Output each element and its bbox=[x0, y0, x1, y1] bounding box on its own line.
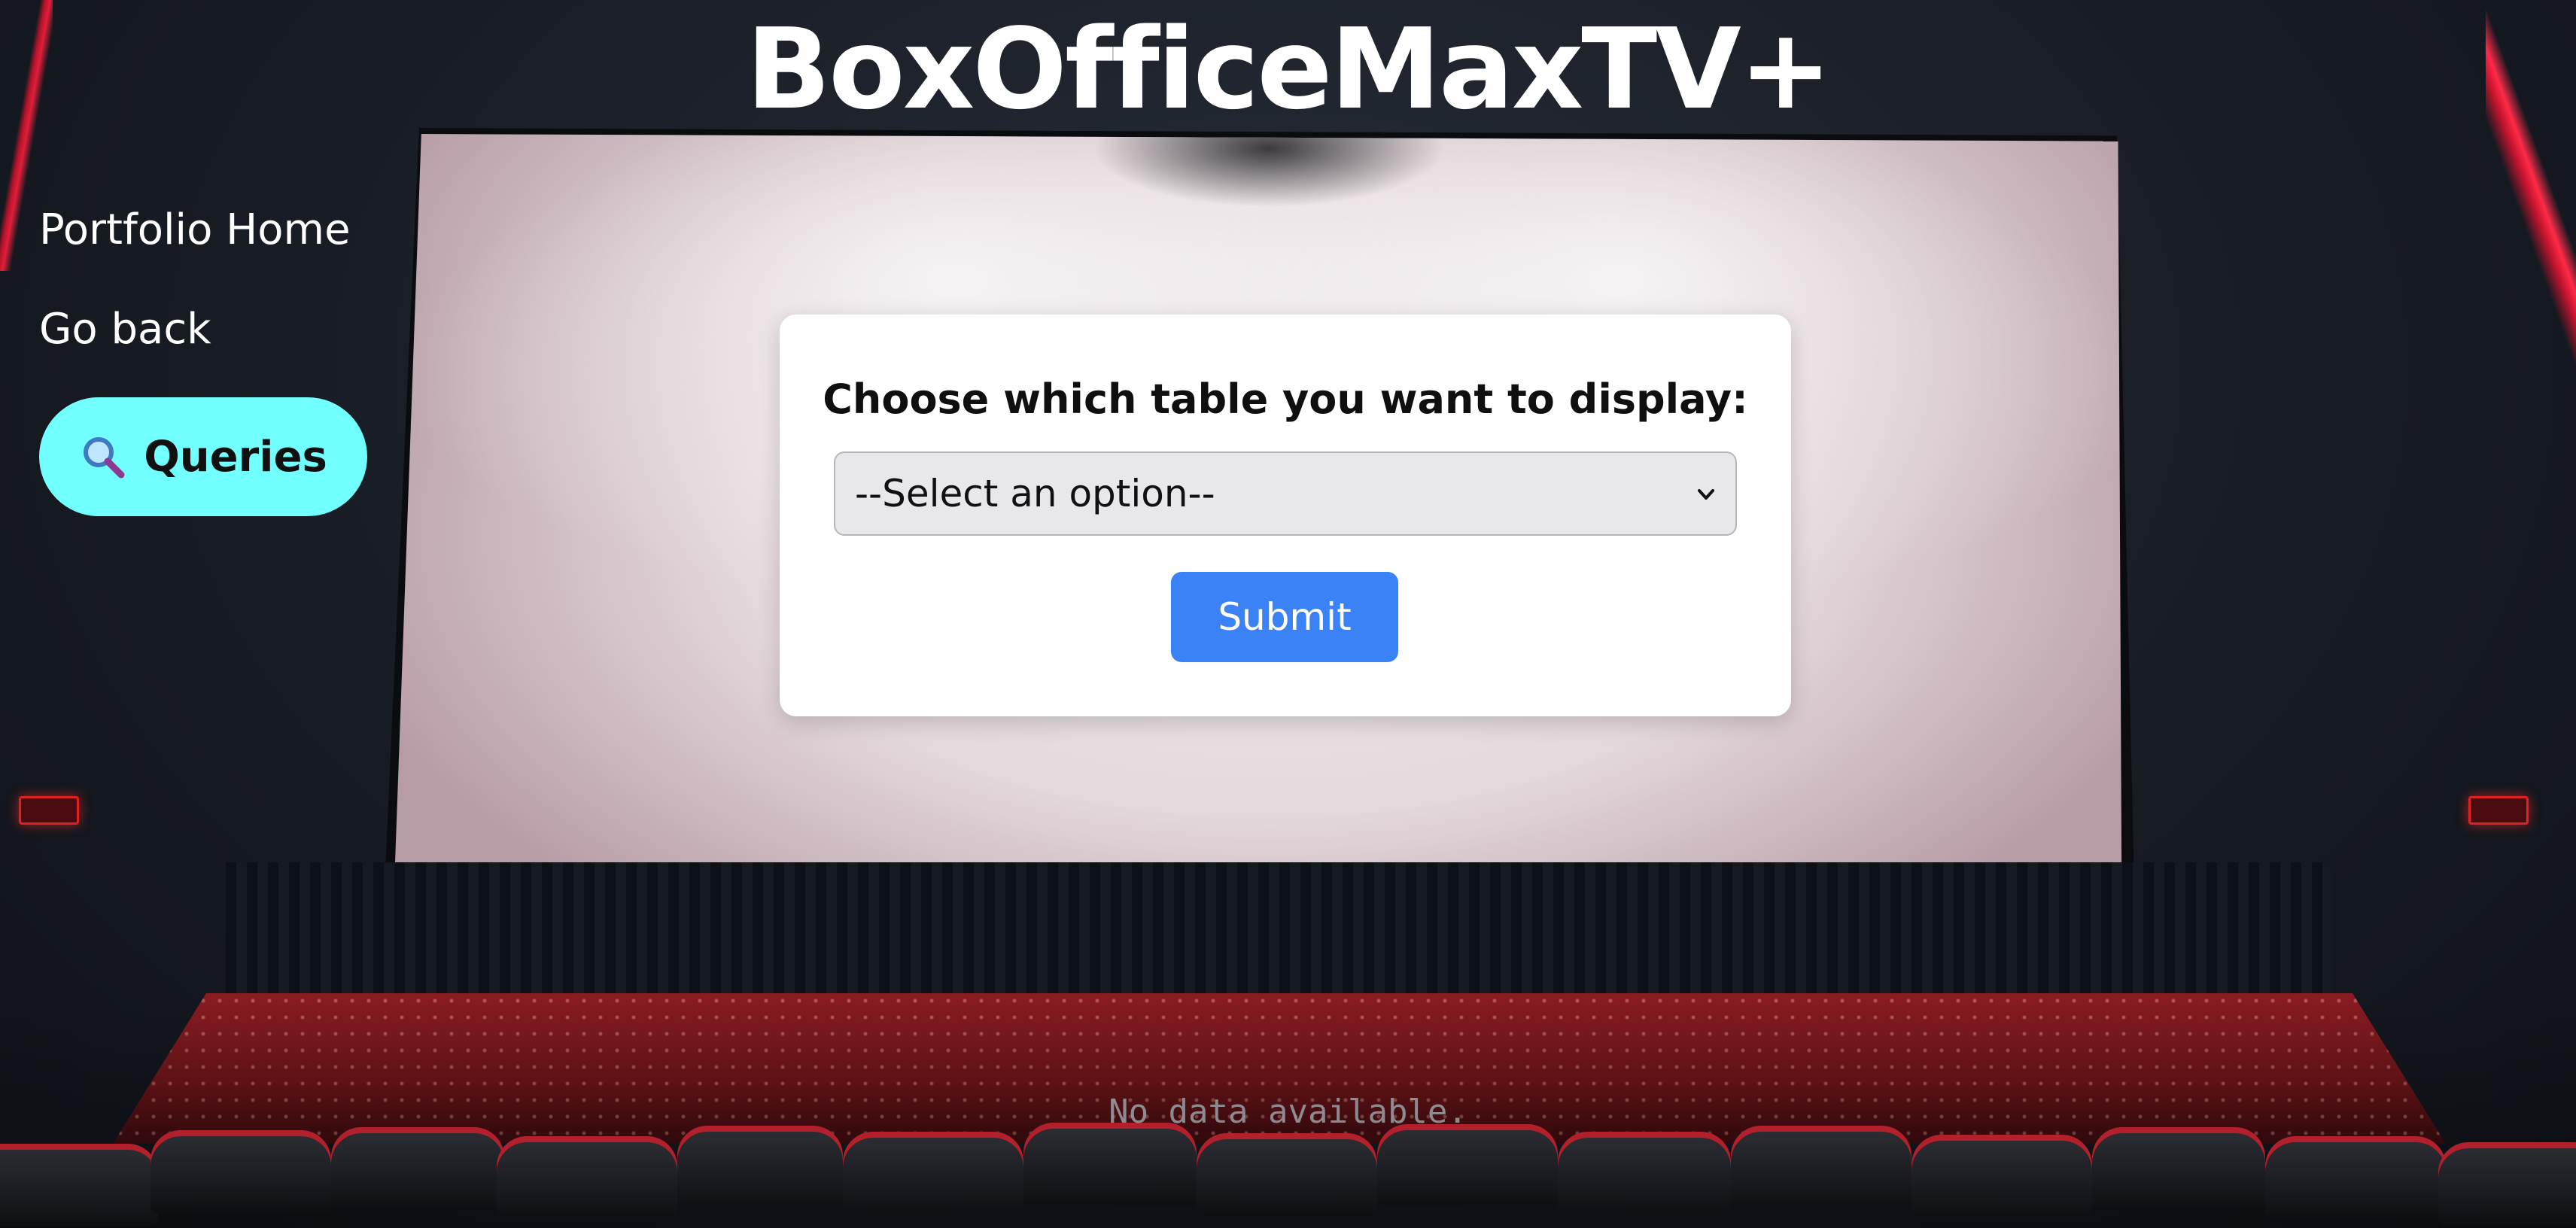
seat bbox=[2092, 1127, 2265, 1210]
curtain-below-screen bbox=[226, 862, 2333, 1005]
queries-button-label: Queries bbox=[144, 432, 327, 482]
exit-sign-right bbox=[2468, 796, 2529, 825]
seat bbox=[1023, 1123, 1197, 1205]
seat bbox=[677, 1126, 843, 1208]
table-select-value: --Select an option-- bbox=[855, 472, 1215, 515]
table-select-card: Choose which table you want to display: … bbox=[780, 315, 1791, 716]
side-nav: Portfolio Home Go back bbox=[39, 203, 351, 357]
seat bbox=[497, 1136, 677, 1219]
chevron-down-icon bbox=[1698, 489, 1714, 500]
go-back-link[interactable]: Go back bbox=[39, 302, 351, 357]
no-data-message: No data available. bbox=[1109, 1093, 1467, 1131]
seat bbox=[1197, 1133, 1377, 1216]
portfolio-home-link[interactable]: Portfolio Home bbox=[39, 203, 351, 257]
queries-button[interactable]: Queries bbox=[39, 397, 367, 516]
seat bbox=[1558, 1132, 1731, 1214]
form-heading: Choose which table you want to display: bbox=[823, 375, 1748, 423]
magnifier-icon bbox=[79, 433, 127, 481]
seat bbox=[151, 1130, 331, 1213]
seat bbox=[2438, 1142, 2576, 1225]
seat bbox=[1911, 1135, 2092, 1217]
seat bbox=[1377, 1124, 1558, 1207]
seat bbox=[1731, 1126, 1911, 1208]
seat bbox=[0, 1144, 158, 1226]
seat bbox=[2265, 1136, 2446, 1219]
seat bbox=[331, 1127, 504, 1210]
submit-button[interactable]: Submit bbox=[1171, 572, 1398, 662]
seat bbox=[843, 1132, 1023, 1214]
table-select[interactable]: --Select an option-- bbox=[834, 451, 1737, 536]
app-title: BoxOfficeMaxTV+ bbox=[746, 5, 1832, 134]
exit-sign-left bbox=[19, 796, 79, 825]
